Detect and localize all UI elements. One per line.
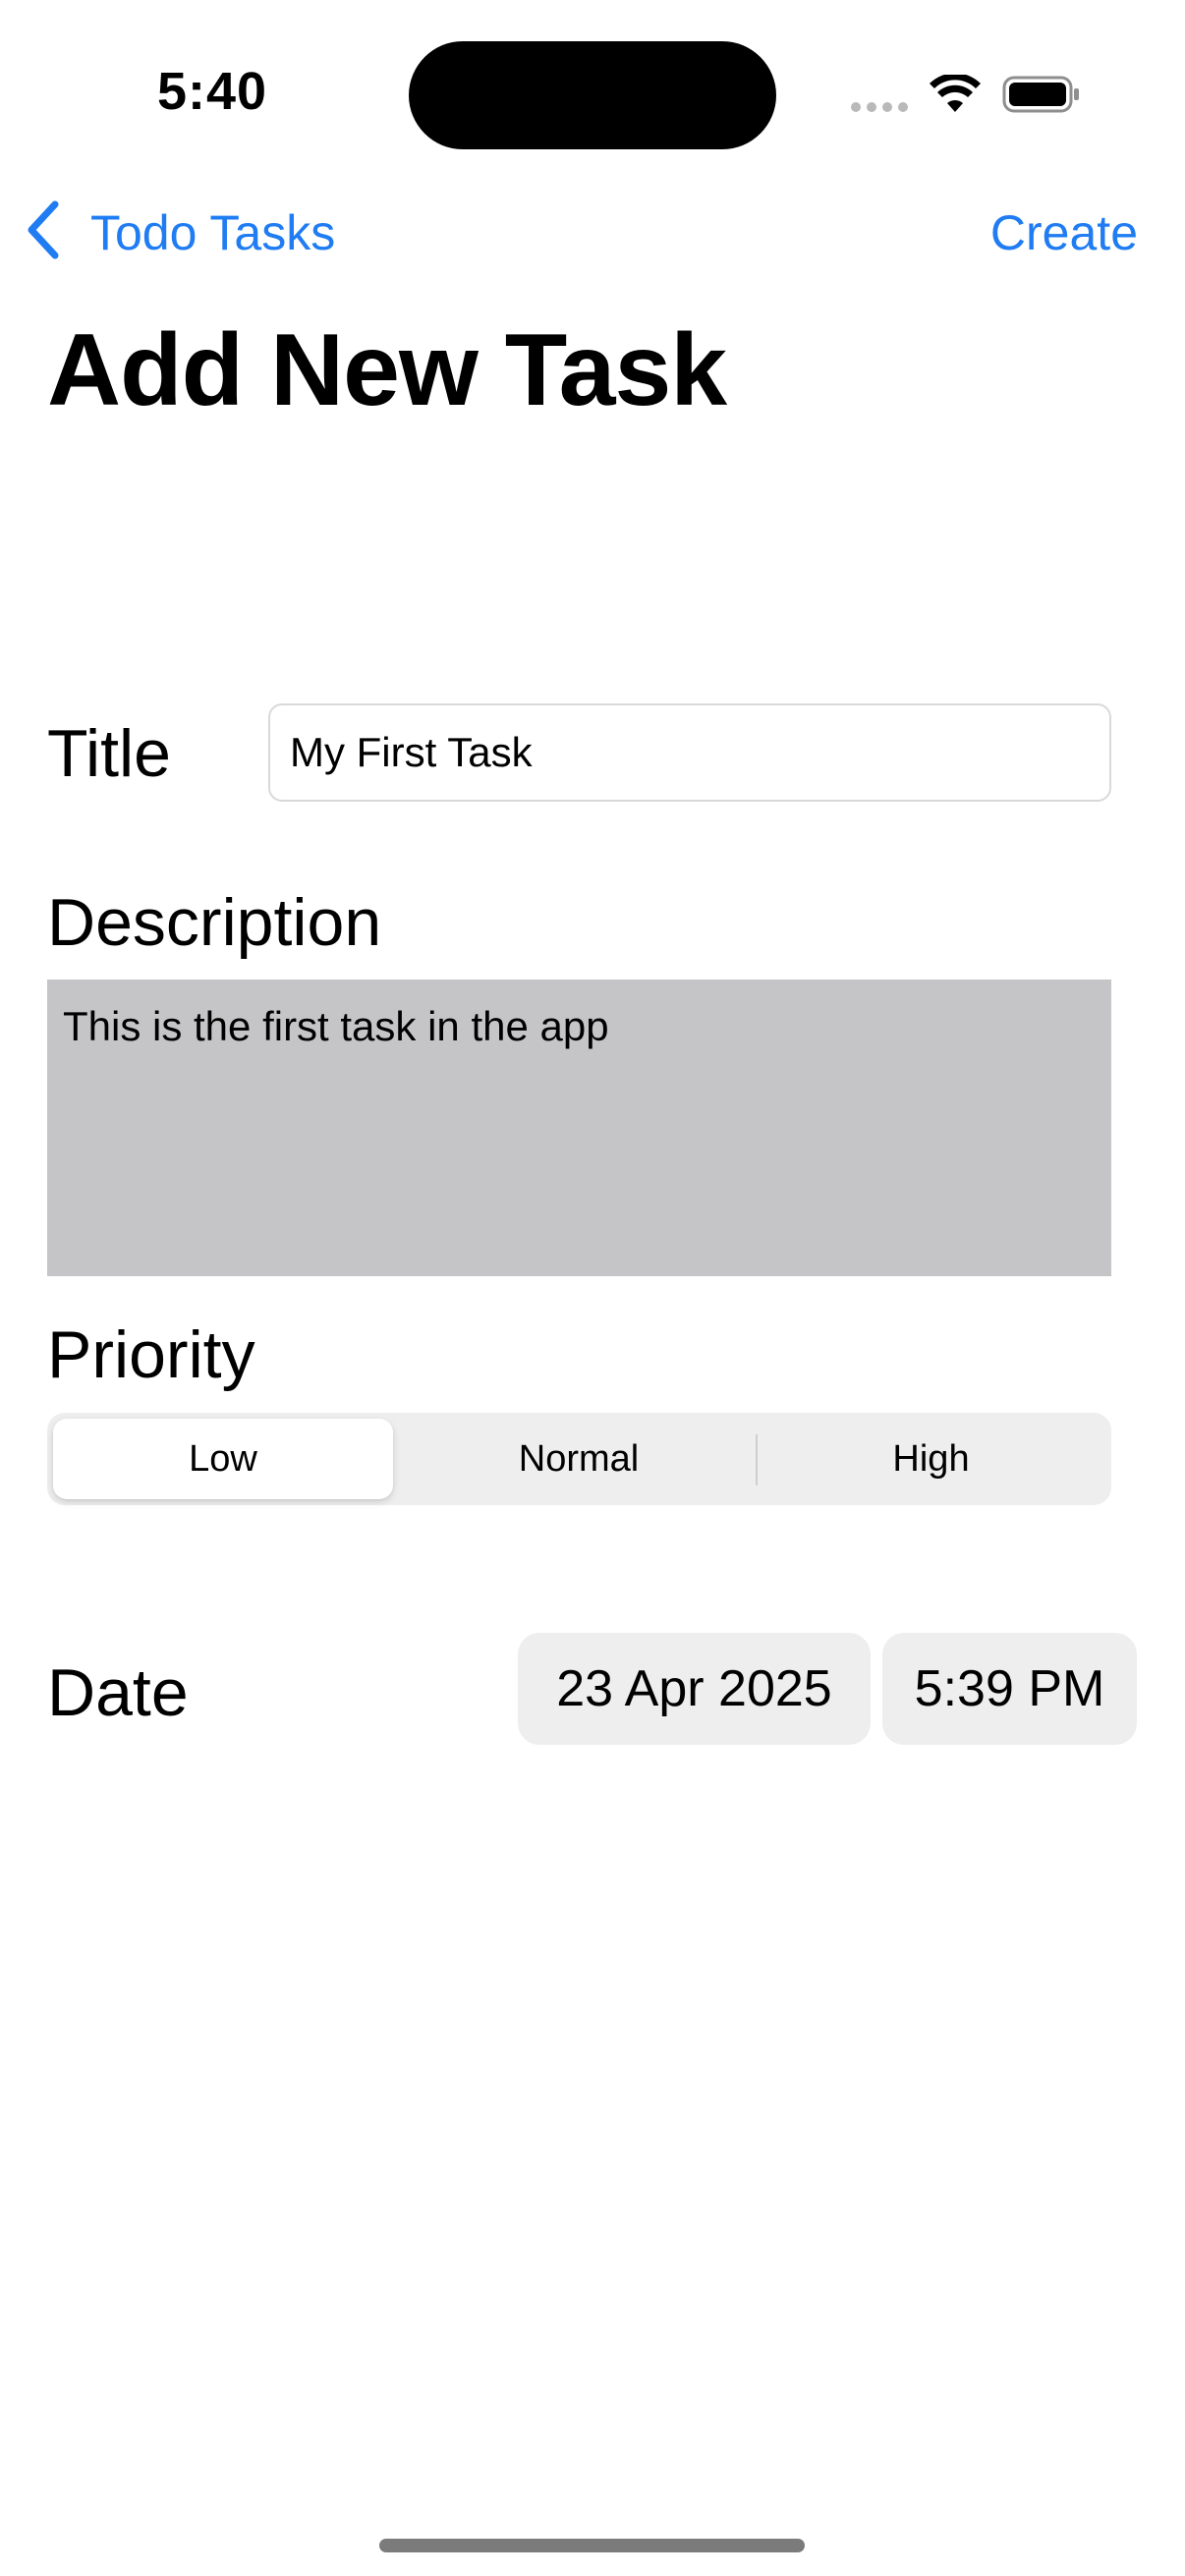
priority-option-low[interactable]: Low — [53, 1419, 393, 1499]
description-textarea[interactable]: This is the first task in the app — [47, 980, 1111, 1276]
title-label: Title — [47, 716, 171, 791]
cellular-signal-icon — [851, 102, 908, 112]
status-time: 5:40 — [157, 62, 268, 121]
dynamic-island — [409, 41, 776, 149]
priority-option-high[interactable]: High — [757, 1419, 1105, 1499]
date-picker-button[interactable]: 23 Apr 2025 — [518, 1633, 871, 1745]
page-title: Add New Task — [47, 313, 727, 427]
time-picker-button[interactable]: 5:39 PM — [882, 1633, 1137, 1745]
wifi-icon — [930, 75, 981, 112]
date-label: Date — [47, 1655, 189, 1730]
create-button[interactable]: Create — [990, 204, 1138, 261]
chevron-left-icon[interactable] — [26, 200, 61, 259]
battery-icon — [1002, 76, 1079, 113]
back-button-label[interactable]: Todo Tasks — [90, 204, 335, 261]
priority-segmented-control[interactable]: Low Normal High — [47, 1413, 1111, 1505]
title-input[interactable] — [268, 703, 1111, 802]
description-label: Description — [47, 885, 382, 960]
priority-label: Priority — [47, 1317, 255, 1392]
priority-option-normal[interactable]: Normal — [401, 1419, 757, 1499]
home-indicator[interactable] — [379, 2539, 805, 2552]
